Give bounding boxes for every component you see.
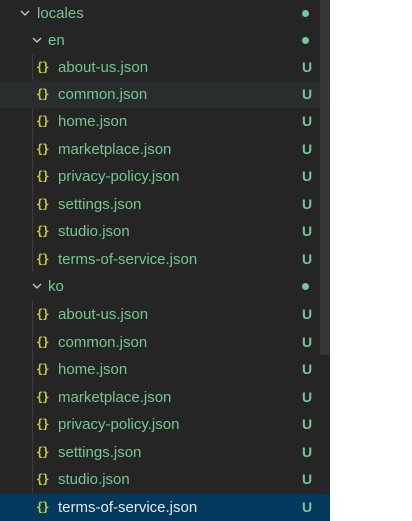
untracked-status-badge: U [302, 251, 313, 267]
json-braces-icon: {} [36, 224, 49, 238]
file-row-ko-terms-of-service[interactable]: {} terms-of-service.json U [0, 494, 330, 521]
file-row-en-privacy-policy[interactable]: {} privacy-policy.json U [0, 163, 330, 190]
json-braces-icon: {} [36, 335, 49, 349]
folder-label: ko [48, 278, 64, 295]
file-row-ko-studio[interactable]: {} studio.json U [0, 466, 330, 493]
file-label: home.json [58, 361, 128, 378]
file-label: about-us.json [58, 59, 149, 76]
file-label: about-us.json [58, 306, 149, 323]
untracked-status-badge: U [302, 416, 313, 432]
vertical-scrollbar[interactable] [320, 0, 330, 355]
json-braces-icon: {} [36, 500, 49, 514]
file-row-en-settings[interactable]: {} settings.json U [0, 191, 330, 218]
file-label: privacy-policy.json [58, 416, 180, 433]
untracked-status-badge: U [302, 86, 313, 102]
folder-row-ko[interactable]: ko [0, 273, 330, 300]
json-braces-icon: {} [36, 362, 49, 376]
json-braces-icon: {} [36, 417, 49, 431]
file-row-en-about-us[interactable]: {} about-us.json U [0, 54, 330, 81]
file-row-ko-marketplace[interactable]: {} marketplace.json U [0, 384, 330, 411]
file-label: privacy-policy.json [58, 168, 180, 185]
file-row-ko-home[interactable]: {} home.json U [0, 356, 330, 383]
untracked-status-badge: U [302, 361, 313, 377]
file-row-ko-settings[interactable]: {} settings.json U [0, 439, 330, 466]
untracked-status-badge: U [302, 499, 313, 515]
file-row-en-marketplace[interactable]: {} marketplace.json U [0, 136, 330, 163]
folder-row-en[interactable]: en [0, 27, 330, 54]
file-label: common.json [58, 334, 148, 351]
file-row-ko-privacy-policy[interactable]: {} privacy-policy.json U [0, 411, 330, 438]
file-row-en-common[interactable]: {} common.json U [0, 81, 330, 108]
file-label: common.json [58, 86, 148, 103]
untracked-status-badge: U [302, 223, 313, 239]
file-row-en-terms-of-service[interactable]: {} terms-of-service.json U [0, 246, 330, 273]
untracked-status-badge: U [302, 196, 313, 212]
file-row-en-studio[interactable]: {} studio.json U [0, 218, 330, 245]
chevron-down-icon[interactable] [20, 9, 30, 17]
untracked-status-badge: U [302, 444, 313, 460]
file-label: marketplace.json [58, 141, 172, 158]
json-braces-icon: {} [36, 307, 49, 321]
untracked-status-badge: U [302, 334, 313, 350]
file-label: marketplace.json [58, 389, 172, 406]
file-label: studio.json [58, 223, 130, 240]
untracked-dot-icon [302, 10, 309, 17]
untracked-status-badge: U [302, 168, 313, 184]
json-braces-icon: {} [36, 169, 49, 183]
untracked-status-badge: U [302, 113, 313, 129]
untracked-status-badge: U [302, 471, 313, 487]
untracked-dot-icon [302, 283, 309, 290]
untracked-status-badge: U [302, 389, 313, 405]
folder-label: en [48, 32, 65, 49]
json-braces-icon: {} [36, 142, 49, 156]
json-braces-icon: {} [36, 60, 49, 74]
untracked-status-badge: U [302, 141, 313, 157]
file-row-ko-common[interactable]: {} common.json U [0, 329, 330, 356]
json-braces-icon: {} [36, 87, 49, 101]
folder-row-locales[interactable]: locales [0, 0, 330, 27]
json-braces-icon: {} [36, 252, 49, 266]
blank-area [330, 0, 412, 521]
json-braces-icon: {} [36, 472, 49, 486]
file-label: home.json [58, 113, 128, 130]
folder-label: locales [37, 5, 84, 22]
file-label: terms-of-service.json [58, 251, 198, 268]
file-label: settings.json [58, 196, 142, 213]
chevron-down-icon[interactable] [32, 36, 42, 44]
file-explorer-panel: locales en {} about-us.json U {} common.… [0, 0, 330, 521]
untracked-status-badge: U [302, 59, 313, 75]
untracked-dot-icon [302, 37, 309, 44]
json-braces-icon: {} [36, 390, 49, 404]
json-braces-icon: {} [36, 445, 49, 459]
json-braces-icon: {} [36, 114, 49, 128]
file-row-ko-about-us[interactable]: {} about-us.json U [0, 301, 330, 328]
json-braces-icon: {} [36, 197, 49, 211]
untracked-status-badge: U [302, 306, 313, 322]
file-row-en-home[interactable]: {} home.json U [0, 108, 330, 135]
file-label: studio.json [58, 471, 130, 488]
file-label: settings.json [58, 444, 142, 461]
chevron-down-icon[interactable] [32, 282, 42, 290]
file-label: terms-of-service.json [58, 499, 198, 516]
